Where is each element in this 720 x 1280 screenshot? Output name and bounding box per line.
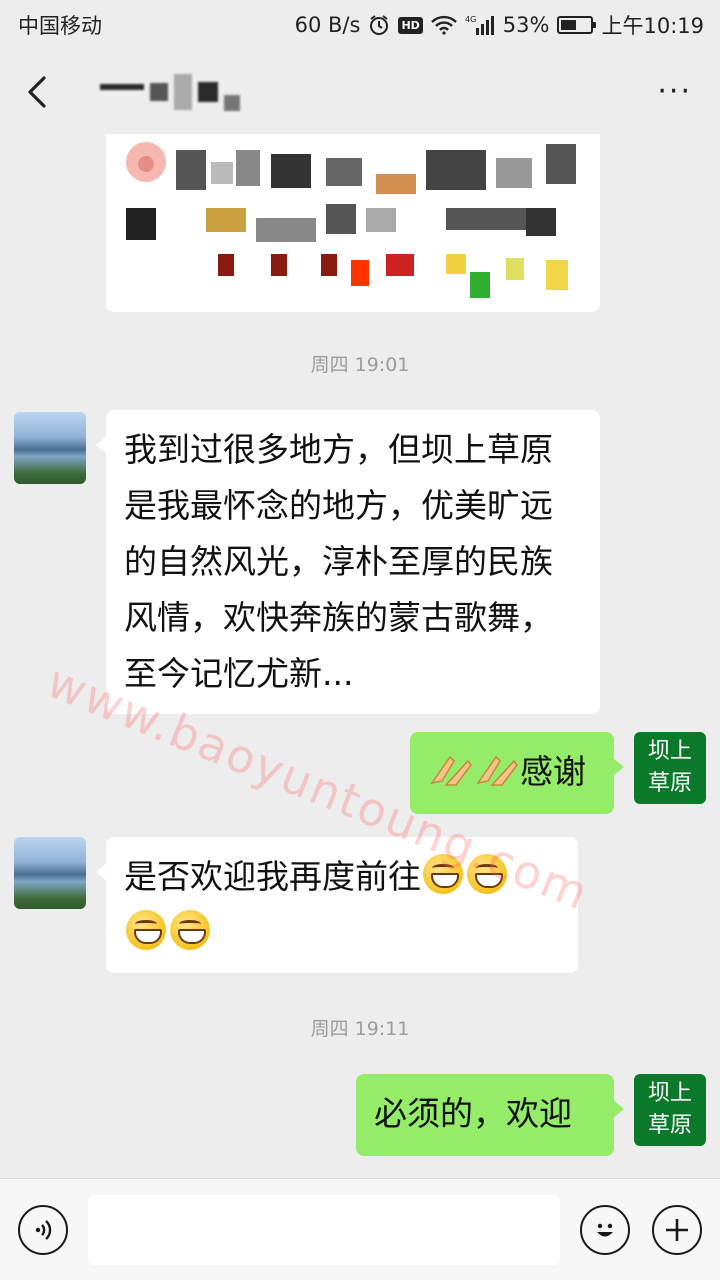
emoji-button[interactable] bbox=[580, 1205, 630, 1255]
alarm-icon bbox=[368, 14, 390, 36]
status-icons: 60 B/s HD 4G 53% 上午10:19 bbox=[295, 10, 704, 40]
message-text: 是否欢迎我再度前往 bbox=[124, 857, 421, 896]
back-button[interactable] bbox=[24, 72, 64, 112]
chat-screen: 中国移动 60 B/s HD 4G 53% 上午10:19 ··· 周四 19:… bbox=[0, 0, 720, 1280]
redaction-block bbox=[100, 84, 144, 90]
status-bar: 中国移动 60 B/s HD 4G 53% 上午10:19 bbox=[0, 0, 720, 50]
message-input[interactable] bbox=[88, 1195, 560, 1265]
more-options-button[interactable]: ··· bbox=[657, 77, 692, 107]
clap-hands-icon bbox=[430, 755, 472, 786]
voice-button[interactable] bbox=[18, 1205, 68, 1255]
timestamp: 周四 19:01 bbox=[310, 354, 410, 376]
avatar-text-line2: 草原 bbox=[647, 771, 692, 796]
signal-icon: 4G bbox=[465, 14, 495, 36]
contact-avatar[interactable] bbox=[14, 412, 86, 484]
pixelated-content bbox=[126, 142, 576, 298]
voice-icon bbox=[35, 1220, 52, 1240]
grin-icon bbox=[126, 910, 166, 950]
chat-header: ··· bbox=[0, 50, 720, 134]
outgoing-message[interactable]: 感谢 bbox=[410, 732, 624, 814]
battery-level bbox=[561, 20, 577, 30]
avatar-text-line2: 草原 bbox=[647, 1113, 692, 1138]
contact-avatar[interactable] bbox=[14, 837, 86, 909]
grin-icon bbox=[467, 854, 507, 894]
self-avatar[interactable]: 坝上 草原 bbox=[634, 1074, 706, 1146]
message-text: 我到过很多地方，但坝上草原是我最怀念的地方，优美旷远的自然风光，淳朴至厚的民族风… bbox=[124, 430, 553, 693]
hd-badge: HD bbox=[398, 16, 423, 34]
message-list[interactable]: 周四 19:01 我到过很多地方，但坝上草原是我最怀念的地方，优美旷远的自然风光… bbox=[0, 134, 720, 1178]
plus-icon bbox=[666, 1219, 688, 1241]
clock: 上午10:19 bbox=[601, 14, 704, 38]
redacted-message-bubble[interactable] bbox=[106, 134, 600, 312]
outgoing-message[interactable]: 必须的，欢迎 bbox=[356, 1074, 624, 1156]
add-button[interactable] bbox=[652, 1205, 702, 1255]
svg-text:4G: 4G bbox=[465, 15, 476, 24]
redaction-block bbox=[174, 74, 192, 110]
carrier-label: 中国移动 bbox=[18, 14, 102, 38]
redaction-block bbox=[224, 95, 240, 111]
smiley-icon bbox=[597, 1223, 613, 1237]
incoming-message[interactable]: 我到过很多地方，但坝上草原是我最怀念的地方，优美旷远的自然风光，淳朴至厚的民族风… bbox=[96, 410, 600, 714]
message-text: 必须的，欢迎 bbox=[374, 1094, 572, 1133]
input-bar bbox=[0, 1178, 720, 1280]
incoming-message[interactable]: 是否欢迎我再度前往 bbox=[96, 837, 578, 973]
grin-icon bbox=[170, 910, 210, 950]
clap-hands-icon bbox=[476, 755, 518, 786]
battery-icon bbox=[557, 16, 597, 34]
contact-name-redacted bbox=[100, 73, 657, 111]
timestamp: 周四 19:11 bbox=[310, 1018, 410, 1040]
chevron-left-icon bbox=[28, 76, 46, 108]
avatar-text-line1: 坝上 bbox=[647, 739, 692, 764]
avatar-text-line1: 坝上 bbox=[647, 1081, 692, 1106]
battery-percent: 53% bbox=[502, 13, 550, 37]
message-text: 感谢 bbox=[520, 752, 586, 791]
redaction-block bbox=[198, 82, 218, 102]
net-speed: 60 B/s bbox=[294, 13, 361, 37]
self-avatar[interactable]: 坝上 草原 bbox=[634, 732, 706, 804]
wifi-icon bbox=[430, 15, 457, 35]
redaction-block bbox=[150, 83, 168, 101]
grin-icon bbox=[423, 854, 463, 894]
